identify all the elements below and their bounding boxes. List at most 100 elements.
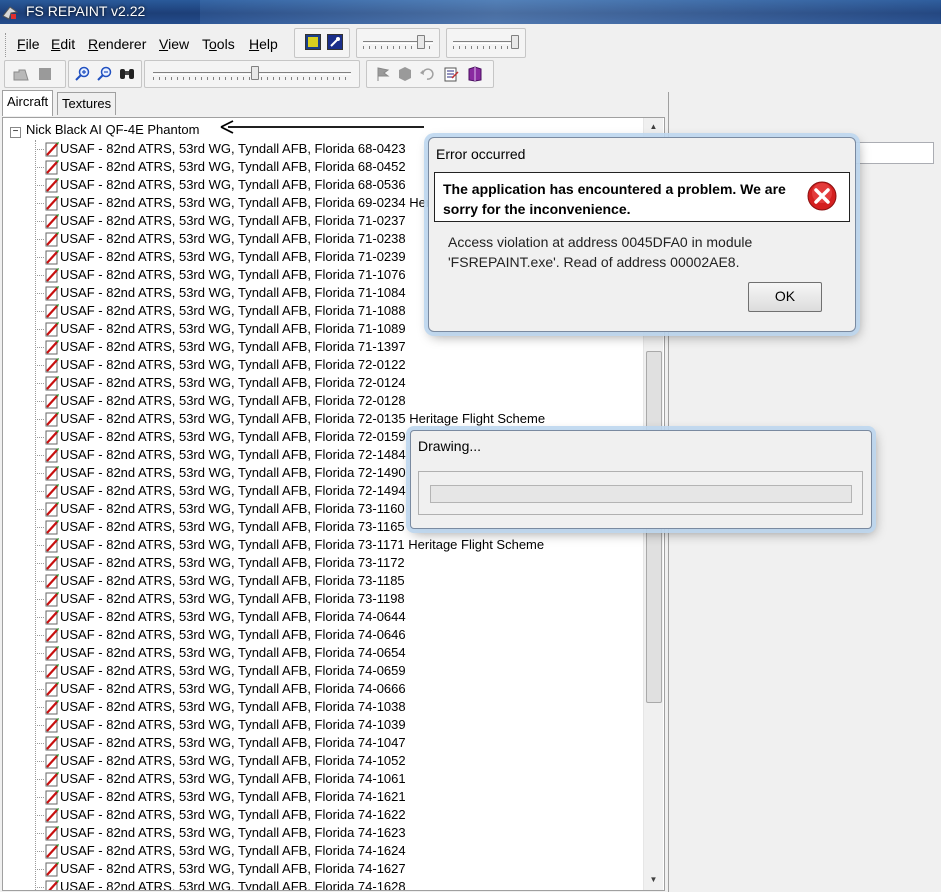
collapse-toggle[interactable]: − <box>10 127 21 138</box>
aircraft-paint-icon <box>45 844 59 859</box>
aircraft-paint-icon <box>45 412 59 427</box>
drawing-dialog: Drawing... <box>410 430 872 529</box>
tree-item-connector <box>35 617 44 618</box>
tree-item-label: USAF - 82nd ATRS, 53rd WG, Tyndall AFB, … <box>60 231 406 246</box>
properties-icon[interactable] <box>443 66 459 82</box>
progress-bar <box>430 485 852 503</box>
tree-item-connector <box>35 149 44 150</box>
binoculars-icon[interactable] <box>119 66 135 82</box>
tree-item-connector <box>35 761 44 762</box>
aircraft-paint-icon <box>45 376 59 391</box>
menu-file-rest: ile <box>25 36 40 52</box>
zoom-slider-thumb[interactable] <box>251 66 259 80</box>
ok-button[interactable]: OK <box>748 282 822 312</box>
tree-item-connector <box>35 257 44 258</box>
tree-item-label: USAF - 82nd ATRS, 53rd WG, Tyndall AFB, … <box>60 717 406 732</box>
contrast-slider[interactable] <box>453 35 519 49</box>
aircraft-paint-icon <box>45 232 59 247</box>
titlebar-glare <box>200 0 940 24</box>
tree-item-connector <box>35 725 44 726</box>
brightness-slider[interactable] <box>363 35 433 49</box>
tree-item-label: USAF - 82nd ATRS, 53rd WG, Tyndall AFB, … <box>60 267 406 282</box>
menu-renderer[interactable]: Renderer <box>88 36 146 52</box>
aircraft-paint-icon <box>45 718 59 733</box>
aircraft-paint-icon <box>45 772 59 787</box>
open-icon[interactable] <box>13 66 29 82</box>
render-color-icon[interactable] <box>305 34 321 50</box>
contrast-slider-thumb[interactable] <box>511 35 519 49</box>
menu-grip[interactable] <box>5 33 9 57</box>
tree-item-label: USAF - 82nd ATRS, 53rd WG, Tyndall AFB, … <box>60 213 406 228</box>
window-titlebar[interactable]: FS REPAINT v2.22 <box>0 0 941 24</box>
render-night-icon[interactable] <box>327 34 343 50</box>
aircraft-paint-icon <box>45 862 59 877</box>
tree-item-connector <box>35 383 44 384</box>
aircraft-paint-icon <box>45 340 59 355</box>
aircraft-paint-icon <box>45 628 59 643</box>
tree-item-connector <box>35 293 44 294</box>
menu-edit[interactable]: Edit <box>51 36 75 52</box>
tree-item-connector <box>35 167 44 168</box>
scroll-up-icon[interactable]: ▲ <box>644 118 663 135</box>
tree-item-connector <box>35 329 44 330</box>
tree-item-connector <box>35 455 44 456</box>
aircraft-paint-icon <box>45 196 59 211</box>
menu-view[interactable]: View <box>159 36 189 52</box>
tree-item-connector <box>35 833 44 834</box>
aircraft-paint-icon <box>45 178 59 193</box>
tree-item-label: USAF - 82nd ATRS, 53rd WG, Tyndall AFB, … <box>60 537 545 552</box>
slider-box-1 <box>356 28 440 58</box>
window-title: FS REPAINT v2.22 <box>26 3 146 19</box>
zoom-slider[interactable] <box>153 66 351 80</box>
tab-textures[interactable]: Textures <box>57 92 117 115</box>
tree-item-label: USAF - 82nd ATRS, 53rd WG, Tyndall AFB, … <box>60 285 406 300</box>
menu-tools-accel: o <box>209 36 217 52</box>
aircraft-paint-icon <box>45 268 59 283</box>
tree-item-label: USAF - 82nd ATRS, 53rd WG, Tyndall AFB, … <box>60 645 406 660</box>
aircraft-paint-icon <box>45 538 59 553</box>
aircraft-paint-icon <box>45 358 59 373</box>
paint-icon[interactable] <box>397 66 413 82</box>
error-detail: Access violation at address 0045DFA0 in … <box>448 234 753 270</box>
aircraft-paint-icon <box>45 610 59 625</box>
aircraft-paint-icon <box>45 304 59 319</box>
menu-file[interactable]: File <box>17 36 40 52</box>
tree-item-connector <box>35 851 44 852</box>
scroll-down-icon[interactable]: ▼ <box>644 871 663 888</box>
aircraft-paint-icon <box>45 790 59 805</box>
toolbar-slider-group <box>144 60 360 88</box>
drawing-caption: Drawing... <box>418 438 482 454</box>
menu-view-rest: iew <box>168 36 190 52</box>
tree-item-connector <box>35 239 44 240</box>
tab-aircraft[interactable]: Aircraft <box>2 90 54 116</box>
aircraft-paint-icon <box>45 250 59 265</box>
tree-item-connector <box>35 707 44 708</box>
help-book-icon[interactable] <box>467 66 483 82</box>
menu-help[interactable]: Help <box>249 36 278 52</box>
tree-item-label: USAF - 82nd ATRS, 53rd WG, Tyndall AFB, … <box>60 447 406 462</box>
tree-item-connector <box>35 779 44 780</box>
tree-item-label: USAF - 82nd ATRS, 53rd WG, Tyndall AFB, … <box>60 627 406 642</box>
tree-item-label: USAF - 82nd ATRS, 53rd WG, Tyndall AFB, … <box>60 177 406 192</box>
menu-help-rest: elp <box>259 36 278 52</box>
zoom-out-icon[interactable] <box>97 66 113 82</box>
flag-icon[interactable] <box>375 66 391 82</box>
zoom-in-icon[interactable] <box>75 66 91 82</box>
stop-icon[interactable] <box>37 66 53 82</box>
aircraft-paint-icon <box>45 592 59 607</box>
tree-item-label: USAF - 82nd ATRS, 53rd WG, Tyndall AFB, … <box>60 573 405 588</box>
tree-item-connector <box>35 671 44 672</box>
aircraft-paint-icon <box>45 484 59 499</box>
toolbar-group-3 <box>366 60 494 88</box>
menu-tools-rest: ols <box>216 36 235 52</box>
undo-icon[interactable] <box>419 66 435 82</box>
tree-item-label: USAF - 82nd ATRS, 53rd WG, Tyndall AFB, … <box>60 465 406 480</box>
aircraft-paint-icon <box>45 142 59 157</box>
tree-item-label: USAF - 82nd ATRS, 53rd WG, Tyndall AFB, … <box>60 807 406 822</box>
error-headline: The application has encountered a proble… <box>443 181 786 217</box>
aircraft-paint-icon <box>45 448 59 463</box>
menu-tools[interactable]: Tools <box>202 36 235 52</box>
tree-item-connector <box>35 401 44 402</box>
tree-item-label: USAF - 82nd ATRS, 53rd WG, Tyndall AFB, … <box>60 141 406 156</box>
brightness-slider-thumb[interactable] <box>417 35 425 49</box>
